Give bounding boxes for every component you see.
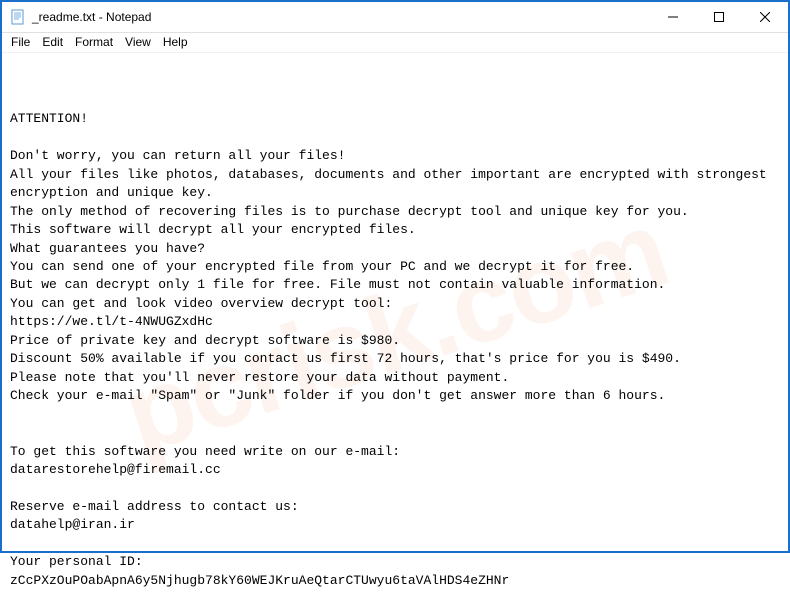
minimize-button[interactable]	[650, 2, 696, 32]
text-area[interactable]: pcrisk.com ATTENTION! Don't worry, you c…	[2, 53, 788, 611]
menu-file[interactable]: File	[6, 35, 35, 50]
menu-edit[interactable]: Edit	[37, 35, 68, 50]
menu-view[interactable]: View	[120, 35, 156, 50]
maximize-button[interactable]	[696, 2, 742, 32]
window-controls	[650, 2, 788, 32]
titlebar[interactable]: _readme.txt - Notepad	[2, 2, 788, 33]
close-button[interactable]	[742, 2, 788, 32]
menu-help[interactable]: Help	[158, 35, 193, 50]
document-text: ATTENTION! Don't worry, you can return a…	[10, 110, 780, 590]
window-title: _readme.txt - Notepad	[32, 10, 650, 24]
menubar: File Edit Format View Help	[2, 33, 788, 53]
notepad-icon	[10, 9, 26, 25]
menu-format[interactable]: Format	[70, 35, 118, 50]
